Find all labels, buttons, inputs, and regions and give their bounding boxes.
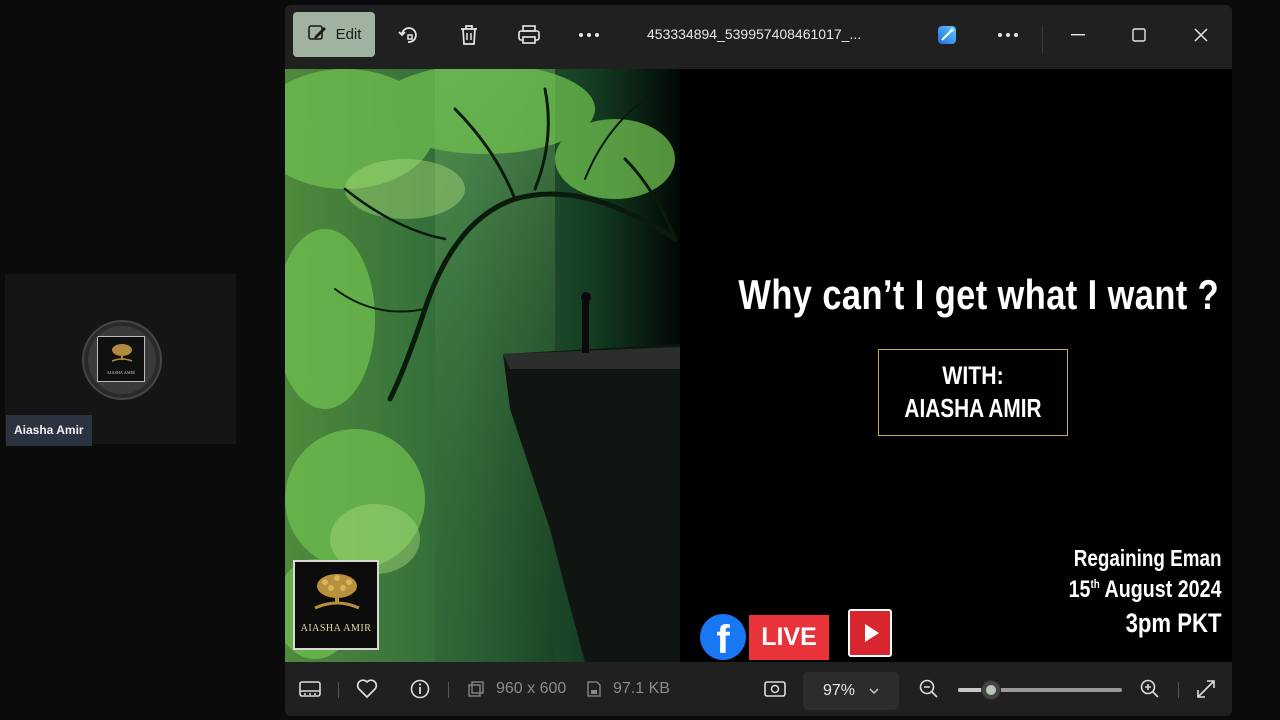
designer-button[interactable] [934, 12, 960, 57]
fullscreen-button[interactable] [1196, 662, 1216, 716]
designer-icon [938, 25, 956, 44]
fullscreen-icon [1197, 680, 1215, 698]
avatar-logo-text: AIASHA AMIR [106, 370, 136, 375]
event-time: 3pm PKT [1126, 608, 1222, 638]
minimize-button[interactable] [1063, 12, 1093, 57]
print-icon [518, 24, 540, 44]
participant-name-tag: Aiasha Amir [6, 415, 92, 446]
dimensions-icon [468, 681, 484, 697]
brand-logo: AIASHA AMIR [293, 560, 379, 650]
maximize-button[interactable] [1124, 12, 1154, 57]
zoom-dropdown[interactable]: 97% [803, 672, 899, 710]
brand-logo-text: AIASHA AMIR [300, 623, 372, 634]
zoom-in-button[interactable] [1140, 662, 1160, 716]
statusbar: 960 x 600 97.1 KB 97% [285, 662, 1232, 716]
favorite-icon [356, 679, 378, 699]
with-label: WITH: [942, 362, 1004, 390]
rotate-icon [398, 26, 417, 43]
event-month-year: August 2024 [1100, 576, 1222, 603]
rotate-button[interactable] [393, 12, 423, 57]
zoom-value: 97% [822, 682, 856, 699]
event-info: Regaining Eman 15th August 2024 3pm PKT [1035, 545, 1222, 639]
file-size: 97.1 KB [587, 662, 670, 716]
more-button[interactable] [574, 12, 604, 57]
toolbar: Edit 453334894_539957408461017_... [285, 5, 1232, 69]
file-title: 453334894_539957408461017_... [647, 26, 862, 42]
window-more-button[interactable] [993, 12, 1023, 57]
info-button[interactable] [410, 662, 430, 716]
print-button[interactable] [514, 12, 544, 57]
more-icon [998, 32, 1018, 37]
zoom-out-button[interactable] [919, 662, 939, 716]
speaker-name: AIASHA AMIR [904, 393, 1042, 423]
close-button[interactable] [1186, 12, 1216, 57]
favorite-button[interactable] [356, 662, 378, 716]
filesize-value: 97.1 KB [613, 680, 670, 697]
edit-icon [307, 23, 327, 47]
fit-icon [764, 681, 786, 697]
avatar-logo: AIASHA AMIR [97, 336, 145, 382]
delete-icon [461, 24, 477, 45]
zoom-slider-thumb[interactable] [980, 680, 1001, 700]
event-date: 15th August 2024 [1069, 576, 1222, 604]
event-name: Regaining Eman [1074, 545, 1222, 571]
image-dimensions: 960 x 600 [468, 662, 566, 716]
zoom-out-icon [919, 679, 938, 698]
fit-button[interactable] [764, 662, 786, 716]
zoom-in-icon [1140, 679, 1159, 698]
more-icon [579, 32, 599, 37]
speaker-box: WITH: AIASHA AMIR [878, 349, 1068, 436]
dimensions-value: 960 x 600 [496, 680, 567, 697]
maximize-icon [1132, 27, 1146, 42]
zoom-slider[interactable] [958, 680, 1122, 700]
edit-label: Edit [335, 26, 362, 43]
headline: Why can’t I get what I want ? [738, 271, 1220, 318]
close-icon [1194, 27, 1208, 42]
statusbar-divider [1178, 682, 1179, 698]
filmstrip-button[interactable] [299, 662, 321, 716]
filesize-icon [587, 681, 601, 697]
delete-button[interactable] [454, 12, 484, 57]
statusbar-divider [448, 682, 449, 698]
live-badge: LIVE [749, 615, 829, 660]
participant-avatar: AIASHA AMIR [82, 320, 162, 400]
filmstrip-icon [299, 681, 321, 697]
statusbar-divider [338, 682, 339, 698]
toolbar-divider [1042, 25, 1043, 53]
photos-window: Edit 453334894_539957408461017_... Why c… [285, 5, 1232, 716]
event-day: 15 [1069, 576, 1091, 603]
info-icon [410, 679, 430, 699]
facebook-icon: f [700, 614, 746, 662]
minimize-icon [1071, 33, 1085, 35]
youtube-icon [848, 609, 892, 657]
edit-button[interactable]: Edit [293, 12, 375, 57]
image-viewer[interactable]: Why can’t I get what I want ? WITH: AIAS… [285, 69, 1232, 662]
chevron-down-icon [869, 688, 879, 694]
